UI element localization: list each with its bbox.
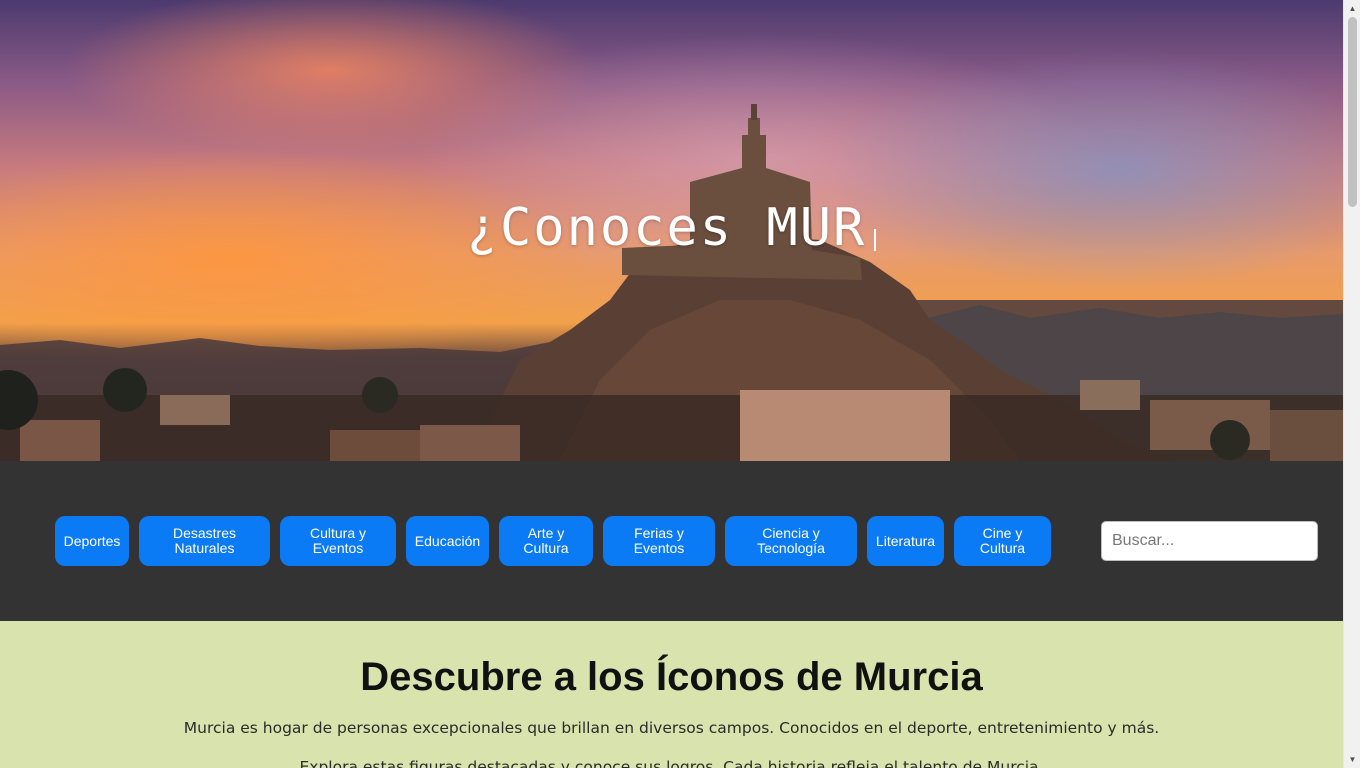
category-button-ciencia-y-tecnologia[interactable]: Ciencia y Tecnología	[725, 516, 857, 566]
scroll-down-arrow-icon[interactable]: ▼	[1344, 751, 1360, 768]
intro-paragraph: Murcia es hogar de personas excepcionale…	[183, 719, 1160, 737]
hero-title: ¿Conoces MUR	[0, 198, 1343, 258]
typing-cursor	[874, 229, 877, 251]
category-button-ferias-y-eventos[interactable]: Ferias y Eventos	[603, 516, 715, 566]
category-button-literatura[interactable]: Literatura	[867, 516, 944, 566]
search-input[interactable]	[1101, 521, 1318, 561]
intro-paragraph-2: Explora estas figuras destacadas y conoc…	[299, 758, 1044, 768]
category-button-deportes[interactable]: Deportes	[55, 516, 129, 566]
scroll-up-arrow-icon[interactable]: ▲	[1344, 0, 1360, 17]
page-heading: Descubre a los Íconos de Murcia	[360, 655, 983, 699]
category-button-cine-y-cultura[interactable]: Cine y Cultura	[954, 516, 1051, 566]
category-nav: Deportes Desastres Naturales Cultura y E…	[0, 461, 1343, 621]
category-button-arte-y-cultura[interactable]: Arte y Cultura	[499, 516, 593, 566]
scrollbar-thumb[interactable]	[1348, 17, 1357, 207]
hero-title-text: ¿Conoces MUR	[466, 198, 867, 258]
category-button-desastres-naturales[interactable]: Desastres Naturales	[139, 516, 270, 566]
page: ¿Conoces MUR Deportes Desastres Naturale…	[0, 0, 1343, 768]
category-button-cultura-y-eventos[interactable]: Cultura y Eventos	[280, 516, 396, 566]
category-button-educacion[interactable]: Educación	[406, 516, 489, 566]
vertical-scrollbar[interactable]: ▲ ▼	[1343, 0, 1360, 768]
main-content: Descubre a los Íconos de Murcia Murcia e…	[0, 621, 1343, 768]
hero-banner: ¿Conoces MUR	[0, 0, 1343, 461]
